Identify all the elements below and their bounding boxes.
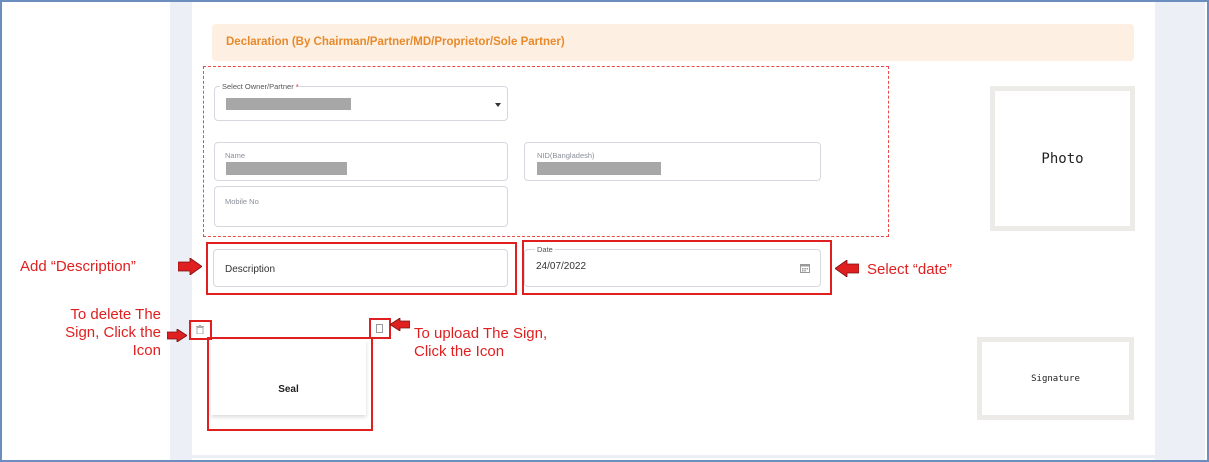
annotation-select-date: Select “date” <box>867 261 953 278</box>
mobile-field[interactable]: Mobile No <box>214 186 508 227</box>
nid-value-redacted <box>537 162 661 175</box>
photo-upload-box[interactable]: Photo <box>990 86 1135 231</box>
annotation-upload-line-2: Click the Icon <box>414 343 505 360</box>
mobile-label: Mobile No <box>225 197 259 206</box>
page-gutter-left <box>170 2 192 460</box>
arrow-right-small-icon <box>167 329 187 342</box>
signature-upload-box[interactable]: Signature <box>977 337 1134 420</box>
annotation-delete-line-2: Sign, Click the <box>65 324 161 341</box>
trash-icon[interactable] <box>196 325 204 334</box>
signature-label: Signature <box>1031 374 1080 384</box>
required-mark: * <box>295 82 299 91</box>
seal-highlight <box>207 337 373 431</box>
arrow-right-icon <box>178 258 202 275</box>
name-value-redacted <box>226 162 347 175</box>
annotation-delete-line-1: To delete The <box>70 306 161 323</box>
description-highlight <box>206 242 517 295</box>
page-bottom-edge <box>192 455 1155 458</box>
name-field[interactable]: Name <box>214 142 508 181</box>
owner-partner-label: Select Owner/Partner <box>220 82 296 91</box>
nid-label: NID(Bangladesh) <box>537 151 595 160</box>
arrow-left-small-icon <box>390 318 410 331</box>
owner-partner-select[interactable]: Select Owner/Partner * <box>214 82 508 121</box>
annotation-delete-sign: To delete The Sign, Click the Icon <box>40 306 161 360</box>
nid-field[interactable]: NID(Bangladesh) <box>524 142 821 181</box>
annotation-upload-line-1: To upload The Sign, <box>414 325 548 342</box>
declaration-title: Declaration (By Chairman/Partner/MD/Prop… <box>226 36 565 48</box>
name-label: Name <box>225 151 246 160</box>
date-highlight <box>522 240 832 295</box>
annotation-delete-line-3: Icon <box>132 342 161 359</box>
owner-partner-value-redacted <box>226 98 351 110</box>
annotation-add-description: Add “Description” <box>20 258 136 275</box>
upload-icon[interactable] <box>376 324 383 333</box>
caret-down-icon <box>495 103 501 107</box>
annotation-upload-sign: To upload The Sign, Click the Icon <box>414 325 547 361</box>
arrow-left-icon <box>835 260 859 277</box>
page-gutter-right <box>1155 2 1205 460</box>
declaration-header: Declaration (By Chairman/Partner/MD/Prop… <box>212 24 1134 61</box>
photo-label: Photo <box>1041 151 1084 167</box>
